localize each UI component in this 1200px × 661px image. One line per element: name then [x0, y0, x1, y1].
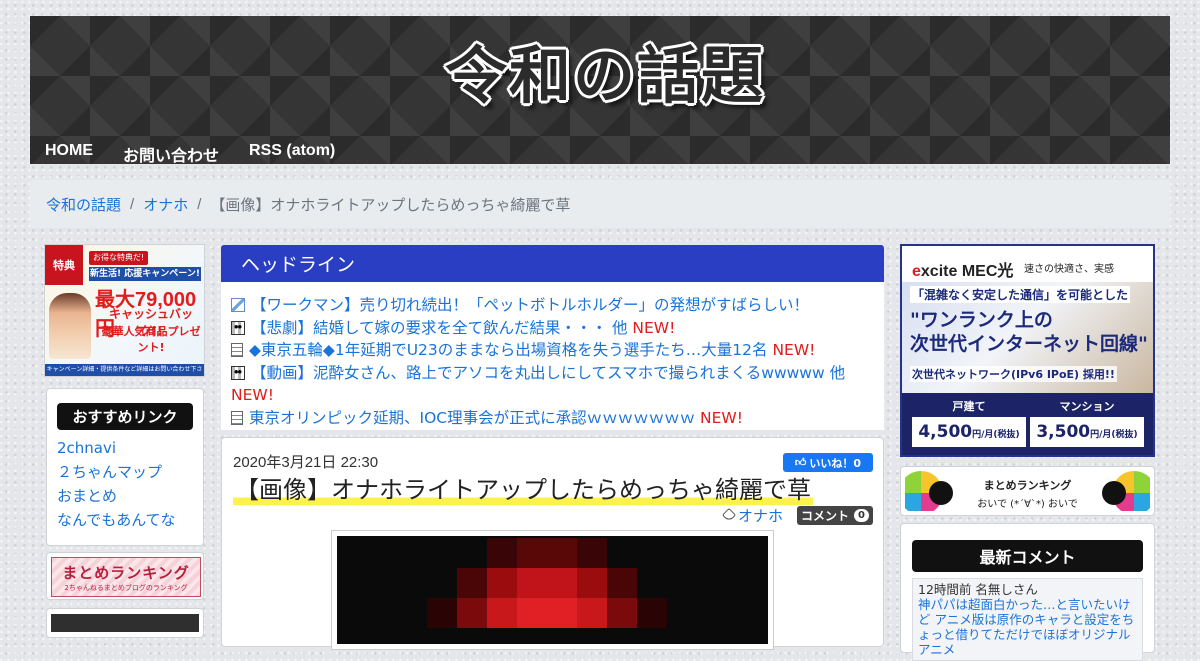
headline-link[interactable]: 【悲劇】結婚して嫁の要求を全て飲んだ結果・・・ 他	[251, 319, 627, 337]
site-logo[interactable]: 令和の話題	[415, 20, 795, 120]
ad-line1: 「混雑なく安定した通信」を可能とした	[910, 286, 1131, 303]
ad-badge: 特典	[45, 245, 83, 285]
right-banner-ad[interactable]: excite MEC光 速さの快適さ、実感 「混雑なく安定した通信」を可能とした…	[900, 244, 1155, 457]
new-badge: NEW!	[231, 386, 274, 404]
dark-widget-inner	[51, 614, 199, 632]
recommended-link[interactable]: なんでもあんてな	[57, 508, 193, 532]
left-ranking-banner[interactable]: まとめランキング 2ちゃんねるまとめブログのランキング	[46, 552, 204, 600]
mosaic-tile	[607, 598, 637, 628]
ad-gift: 豪華人気商品プレゼント!	[101, 325, 201, 354]
mosaic-tile	[517, 568, 547, 598]
headline-item[interactable]: ◆東京五輪◆1年延期でU23のままなら出場資格を失う選手たち…大量12名 NEW…	[231, 339, 874, 362]
ad-pill: お得な特典だ!	[89, 251, 149, 265]
mosaic-tile	[577, 598, 607, 628]
breadcrumb-category[interactable]: オナホ	[143, 194, 188, 215]
headline-link[interactable]: ◆東京五輪◆1年延期でU23のままなら出場資格を失う選手たち…大量12名	[249, 341, 768, 359]
comment-item[interactable]: 12時間前 名無しさん 神パパは超面白かった…と言いたいけど アニメ版は原作のキ…	[912, 578, 1143, 661]
mosaic-tile	[547, 598, 577, 628]
left-widget-dark	[46, 608, 204, 638]
headline-item[interactable]: 【ワークマン】売り切れ続出！「ペットボトルホルダー」の発想がすばらしい！	[231, 294, 874, 317]
thumbs-up-icon: 👍︎	[794, 456, 807, 469]
ad-tagline: 速さの快適さ、実感	[1024, 264, 1114, 275]
mosaic-tile	[577, 538, 607, 568]
article-category[interactable]: オナホ	[721, 505, 784, 526]
mosaic-tile	[517, 598, 547, 628]
comment-body[interactable]: 神パパは超面白かった…と言いたいけど アニメ版は原作のキャラと設定をちょっと借り…	[918, 597, 1137, 657]
recommended-link[interactable]: 2chnavi	[57, 436, 193, 460]
comment-label: コメント	[801, 509, 850, 523]
mosaic-tile	[577, 568, 607, 598]
ad-plan-mansion: マンション 3,500円/月(税抜)	[1030, 399, 1144, 451]
new-badge: NEW!	[700, 408, 743, 427]
comment-count-button[interactable]: コメント 0	[797, 506, 873, 525]
nav-home[interactable]: HOME	[30, 138, 108, 164]
article-image[interactable]	[337, 536, 768, 644]
ad-headline: 新生活! 応援キャンペーン!	[89, 267, 201, 281]
feather-icon	[231, 298, 245, 312]
new-badge: NEW!	[632, 318, 676, 337]
latest-comments-box: 最新コメント 12時間前 名無しさん 神パパは超面白かった…と言いたいけど アニ…	[900, 523, 1155, 661]
right-ranking-title: まとめランキング	[983, 479, 1072, 492]
left-ranking-sub: 2ちゃんねるまとめブログのランキング	[64, 583, 188, 592]
ad-line2: "ワンランク上の 次世代インターネット回線"	[910, 309, 1148, 355]
headline-item[interactable]: 東京オリンピック延期、IOC理事会が正式に承認ｗｗｗｗｗｗｗ NEW!	[231, 407, 874, 430]
like-label: いいね！0	[809, 456, 862, 470]
mosaic-tile	[457, 568, 487, 598]
breadcrumb-separator: /	[130, 195, 135, 213]
recommended-links-box: おすすめリンク 2chnavi ２ちゃんマップ おまとめ なんでもあんてな	[46, 388, 204, 546]
right-ranking-banner[interactable]: まとめランキング おいで (*´∀`*) おいで	[900, 466, 1155, 516]
main-nav: HOME お問い合わせ RSS (atom)	[30, 138, 350, 165]
category-label: オナホ	[738, 507, 784, 525]
comment-meta: 12時間前 名無しさん	[918, 582, 1038, 597]
mosaic-tile	[547, 568, 577, 598]
mosaic-tile	[487, 598, 517, 628]
headline-item[interactable]: 【動画】泥酔女さん、路上でアソコを丸出しにしてスマホで撮られまくるwwwww 他…	[231, 362, 874, 407]
document-icon	[231, 410, 243, 425]
mosaic-tile	[517, 538, 547, 568]
ad-brand-logo: excite MEC光	[912, 263, 1014, 280]
breadcrumb: 令和の話題 / オナホ / 【画像】オナホライトアップしたらめっちゃ綺麗で草	[30, 180, 1170, 228]
mosaic-tile	[547, 538, 577, 568]
headline-item[interactable]: 【悲劇】結婚して嫁の要求を全て飲んだ結果・・・ 他 NEW!	[231, 317, 874, 340]
mosaic-tile	[487, 568, 517, 598]
ad-footer: キャンペーン詳細・提供条件など詳細はお問い合わせ下さい!	[45, 364, 204, 376]
mosaic-tile	[607, 568, 637, 598]
recommended-link[interactable]: おまとめ	[57, 484, 193, 508]
mosaic-tile	[427, 598, 457, 628]
latest-comments-title: 最新コメント	[912, 540, 1143, 572]
face-icon	[231, 320, 245, 335]
article-title[interactable]: 【画像】オナホライトアップしたらめっちゃ綺麗で草	[233, 470, 813, 505]
recommended-links-title: おすすめリンク	[57, 403, 193, 430]
breadcrumb-home[interactable]: 令和の話題	[46, 194, 121, 215]
ad-plan-house: 戸建て 4,500円/月(税抜)	[912, 399, 1026, 451]
headline-link[interactable]: 【ワークマン】売り切れ続出！「ペットボトルホルダー」の発想がすばらしい！	[251, 296, 809, 314]
tag-icon	[721, 507, 737, 523]
mosaic-tile	[487, 538, 517, 568]
breadcrumb-separator: /	[197, 195, 202, 213]
ad-line3: 次世代ネットワーク(IPv6 IPoE) 採用!!	[910, 366, 1117, 382]
breadcrumb-current: 【画像】オナホライトアップしたらめっちゃ綺麗で草	[210, 196, 571, 214]
left-ranking-banner-inner: まとめランキング 2ちゃんねるまとめブログのランキング	[51, 557, 201, 597]
mosaic-tile	[457, 598, 487, 628]
left-ranking-title: まとめランキング	[62, 563, 190, 582]
nav-contact[interactable]: お問い合わせ	[108, 138, 234, 165]
headline-list: 【ワークマン】売り切れ続出！「ペットボトルホルダー」の発想がすばらしい！ 【悲劇…	[221, 282, 884, 430]
headline-link[interactable]: 東京オリンピック延期、IOC理事会が正式に承認ｗｗｗｗｗｗｗ	[249, 409, 695, 427]
mosaic-tile	[637, 598, 667, 628]
headline-header: ヘッドライン	[221, 245, 884, 282]
left-banner-ad[interactable]: 特典 お得な特典だ! 新生活! 応援キャンペーン! 最大79,000円 キャッシ…	[44, 244, 205, 377]
recommended-link[interactable]: ２ちゃんマップ	[57, 460, 193, 484]
document-icon	[231, 343, 243, 357]
nav-rss[interactable]: RSS (atom)	[234, 138, 350, 164]
right-ranking-sub: おいで (*´∀`*) おいで	[977, 499, 1078, 510]
article-date: 2020年3月21日 22:30	[233, 454, 379, 471]
right-ranking-banner-inner: まとめランキング おいで (*´∀`*) おいで	[905, 471, 1150, 511]
headline-link[interactable]: 【動画】泥酔女さん、路上でアソコを丸出しにしてスマホで撮られまくるwwwww 他	[251, 364, 845, 382]
new-badge: NEW!	[772, 341, 816, 359]
article-image-frame	[331, 530, 774, 650]
comment-count: 0	[854, 509, 869, 522]
ad-model-image	[49, 293, 91, 359]
face-icon	[231, 365, 245, 380]
